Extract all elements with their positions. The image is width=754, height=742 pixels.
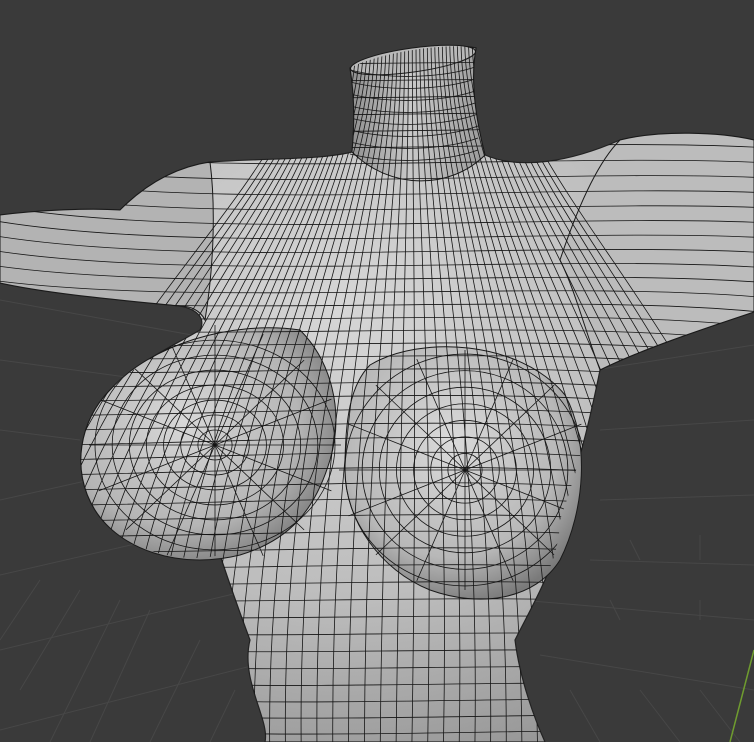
viewport-canvas[interactable] xyxy=(0,0,754,742)
mesh-object[interactable] xyxy=(0,39,754,742)
y-axis-line xyxy=(729,649,754,742)
3d-viewport[interactable] xyxy=(0,0,754,742)
